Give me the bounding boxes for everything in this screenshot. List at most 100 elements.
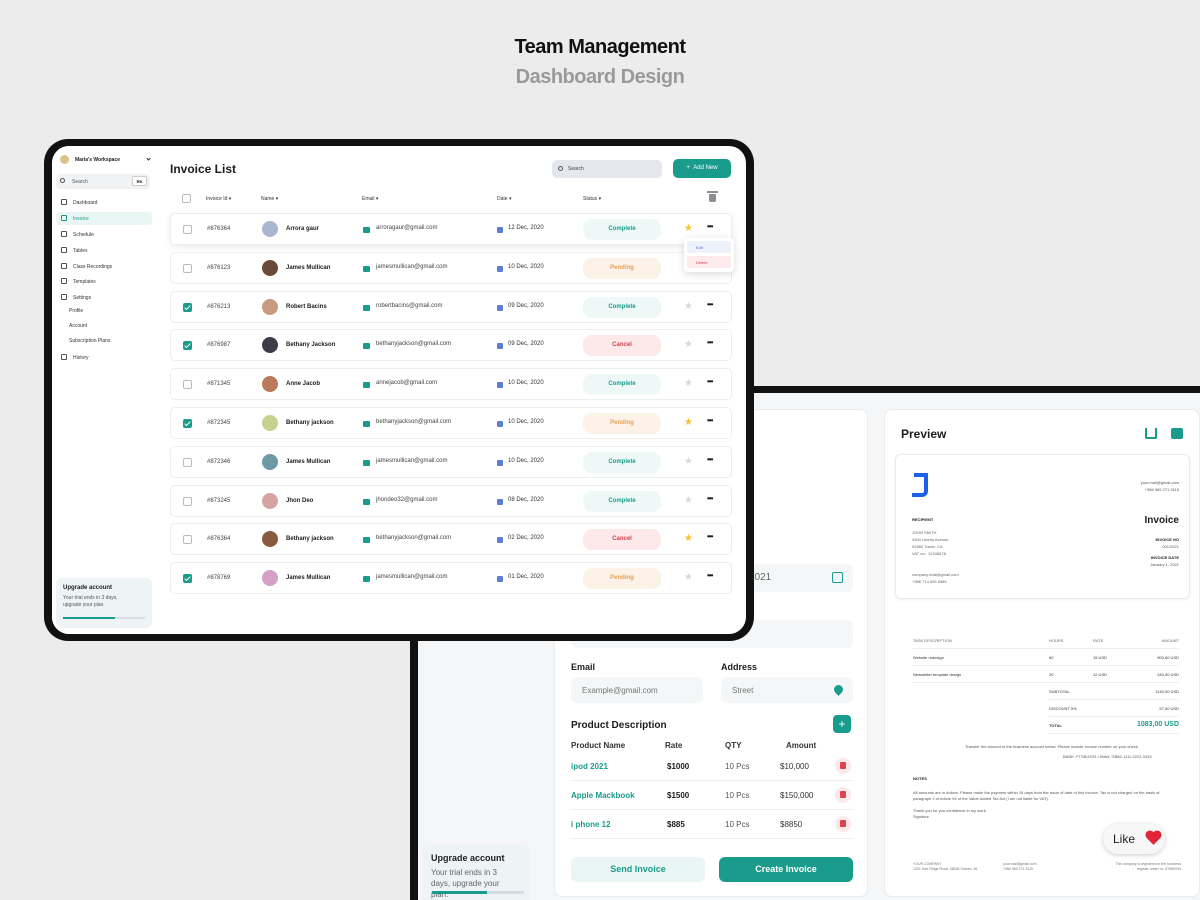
row-checkbox[interactable]: [183, 574, 192, 584]
trash-icon[interactable]: [707, 191, 718, 202]
delete-product-button[interactable]: [835, 758, 851, 774]
star-icon[interactable]: ★: [684, 301, 693, 312]
address-placeholder: Street: [732, 686, 754, 695]
product-name[interactable]: Apple Mackbook: [571, 791, 635, 800]
invoice-date: 10 Dec, 2020: [508, 263, 544, 270]
invoice-date: 09 Dec, 2020: [508, 302, 544, 309]
add-product-button[interactable]: +: [833, 715, 851, 733]
trial-progress-bar: [63, 617, 145, 619]
create-invoice-button[interactable]: Create Invoice: [719, 857, 853, 882]
more-icon[interactable]: •••: [707, 494, 713, 503]
address-field[interactable]: Street: [721, 677, 853, 703]
col-amount[interactable]: Amount: [786, 741, 816, 750]
print-icon[interactable]: [1171, 428, 1183, 439]
table-row[interactable]: #872346 James Mullican jamesmullican@gmail…: [170, 445, 732, 478]
download-icon[interactable]: [1145, 428, 1157, 439]
invoice-date: 10 Dec, 2020: [508, 380, 544, 387]
star-icon[interactable]: ★: [684, 495, 693, 506]
more-icon[interactable]: •••: [707, 222, 713, 231]
star-icon[interactable]: ★: [684, 418, 693, 428]
star-icon[interactable]: ★: [684, 534, 693, 544]
col-product-name[interactable]: Product Name: [571, 741, 625, 750]
sidebar-item-invoice[interactable]: Invoice: [56, 212, 152, 225]
product-name[interactable]: ipod 2021: [571, 762, 608, 771]
star-icon[interactable]: ★: [684, 456, 693, 467]
invoice-list-screen: Maria's Workspace Search ⌘K Dashboard Inv…: [52, 146, 746, 634]
footer-contact: your.mail@gmail.com +386 989 271 3115: [1003, 862, 1037, 871]
product-rate: $1500: [667, 791, 690, 800]
edit-menu-item[interactable]: Edit: [687, 241, 731, 253]
select-all-checkbox[interactable]: [182, 194, 191, 203]
status-badge: Cancel: [583, 529, 661, 551]
sidebar-item-templates[interactable]: Templates: [56, 275, 152, 288]
col-email[interactable]: Email ▾: [362, 196, 378, 202]
col-invoice-id[interactable]: Invoice Id ▾: [206, 196, 231, 202]
like-label: Like: [1113, 832, 1136, 846]
sidebar-item-subscription[interactable]: Subscription Plans: [69, 338, 110, 344]
delete-menu-item[interactable]: Delete: [687, 256, 731, 268]
search-input[interactable]: Search: [552, 160, 662, 178]
more-icon[interactable]: •••: [707, 571, 713, 580]
upgrade-card[interactable]: Upgrade account Your trial ends in 3 day…: [422, 844, 530, 900]
product-name[interactable]: i phone 12: [571, 820, 611, 829]
product-amount: $8850: [780, 820, 803, 829]
upgrade-card[interactable]: Upgrade account Your trial ends in 3 day…: [56, 578, 152, 628]
customer-name: Arrora gaur: [286, 226, 320, 232]
col-name[interactable]: Name ▾: [261, 196, 278, 202]
table-row[interactable]: #876364 Bethany jackson bethanyjackson@gma…: [170, 523, 732, 556]
more-icon[interactable]: •••: [707, 338, 713, 347]
sidebar-item-profile[interactable]: Profile: [69, 308, 83, 314]
sidebar-item-history[interactable]: History: [56, 351, 152, 364]
calendar-icon: [497, 382, 503, 389]
more-icon[interactable]: •••: [707, 455, 713, 464]
like-button[interactable]: Like: [1103, 824, 1165, 854]
row-checkbox[interactable]: [183, 263, 192, 273]
sidebar-item-class-recordings[interactable]: Class Recordings: [56, 260, 152, 273]
row-checkbox[interactable]: [183, 535, 192, 545]
col-status[interactable]: Status ▾: [583, 196, 601, 202]
star-icon[interactable]: ★: [684, 340, 693, 350]
sidebar-item-settings[interactable]: Settings: [56, 291, 152, 304]
send-invoice-button[interactable]: Send Invoice: [571, 857, 705, 882]
sidebar-item-account[interactable]: Account: [69, 323, 87, 329]
product-amount: $150,000: [780, 791, 814, 800]
delete-product-button[interactable]: [835, 816, 851, 832]
more-icon[interactable]: •••: [707, 532, 713, 541]
table-row[interactable]: #871345 Anne Jacob annejacob@gmail.com 10 D…: [170, 368, 732, 401]
avatar: [262, 492, 278, 509]
star-icon[interactable]: ★: [684, 573, 693, 583]
star-icon[interactable]: ★: [684, 379, 693, 389]
row-checkbox[interactable]: [183, 225, 192, 234]
col-qty[interactable]: QTY: [725, 741, 741, 750]
workspace-switcher[interactable]: Maria's Workspace: [60, 154, 154, 167]
star-icon[interactable]: ★: [684, 224, 693, 234]
sidebar-item-dashboard[interactable]: Dashboard: [56, 196, 152, 209]
table-row[interactable]: #873245 Jhon Deo jhondeo32@gmail.com 08 Dec…: [170, 484, 732, 517]
row-checkbox[interactable]: [183, 341, 192, 351]
table-row[interactable]: #876123 James Mullican jamesmullican@gmail…: [170, 251, 732, 284]
bank-details: BANK: FTSBUS33 • IBAN: GB82-1111-2222-33…: [1063, 754, 1152, 759]
table-row[interactable]: #876213 Robert Bacins robertbacins@gmail.c…: [170, 290, 732, 323]
upgrade-text: Your trial ends in 3 days, upgrade your …: [431, 868, 500, 899]
sidebar-item-tables[interactable]: Tables: [56, 244, 152, 257]
more-icon[interactable]: •••: [707, 300, 713, 309]
row-checkbox[interactable]: [183, 496, 192, 506]
col-date[interactable]: Date ▾: [497, 196, 511, 202]
sidebar-item-schedule[interactable]: Schedule: [56, 228, 152, 241]
delete-product-button[interactable]: [835, 787, 851, 803]
table-row[interactable]: #878769 James Mullican jamesmullican@gmail…: [170, 562, 732, 595]
more-icon[interactable]: •••: [707, 416, 713, 425]
row-checkbox[interactable]: [183, 302, 192, 312]
add-new-button[interactable]: + Add New: [673, 159, 731, 178]
table-row[interactable]: #876987 Bethany Jackson bethanyjackson@gma…: [170, 329, 732, 362]
row-checkbox[interactable]: [183, 419, 192, 428]
table-row[interactable]: #876364 Arrora gaur arroragaur@gmail.com 12…: [170, 213, 732, 245]
col-rate[interactable]: Rate: [665, 741, 682, 750]
table-row[interactable]: #872345 Bethany jackson bethanyjackson@gma…: [170, 407, 732, 439]
calendar-icon[interactable]: [832, 572, 843, 583]
row-checkbox[interactable]: [183, 457, 192, 467]
row-checkbox[interactable]: [183, 380, 192, 390]
email-field[interactable]: Example@gmail.com: [571, 677, 703, 703]
more-icon[interactable]: •••: [707, 377, 713, 386]
sidebar-search[interactable]: Search ⌘K: [56, 174, 150, 189]
